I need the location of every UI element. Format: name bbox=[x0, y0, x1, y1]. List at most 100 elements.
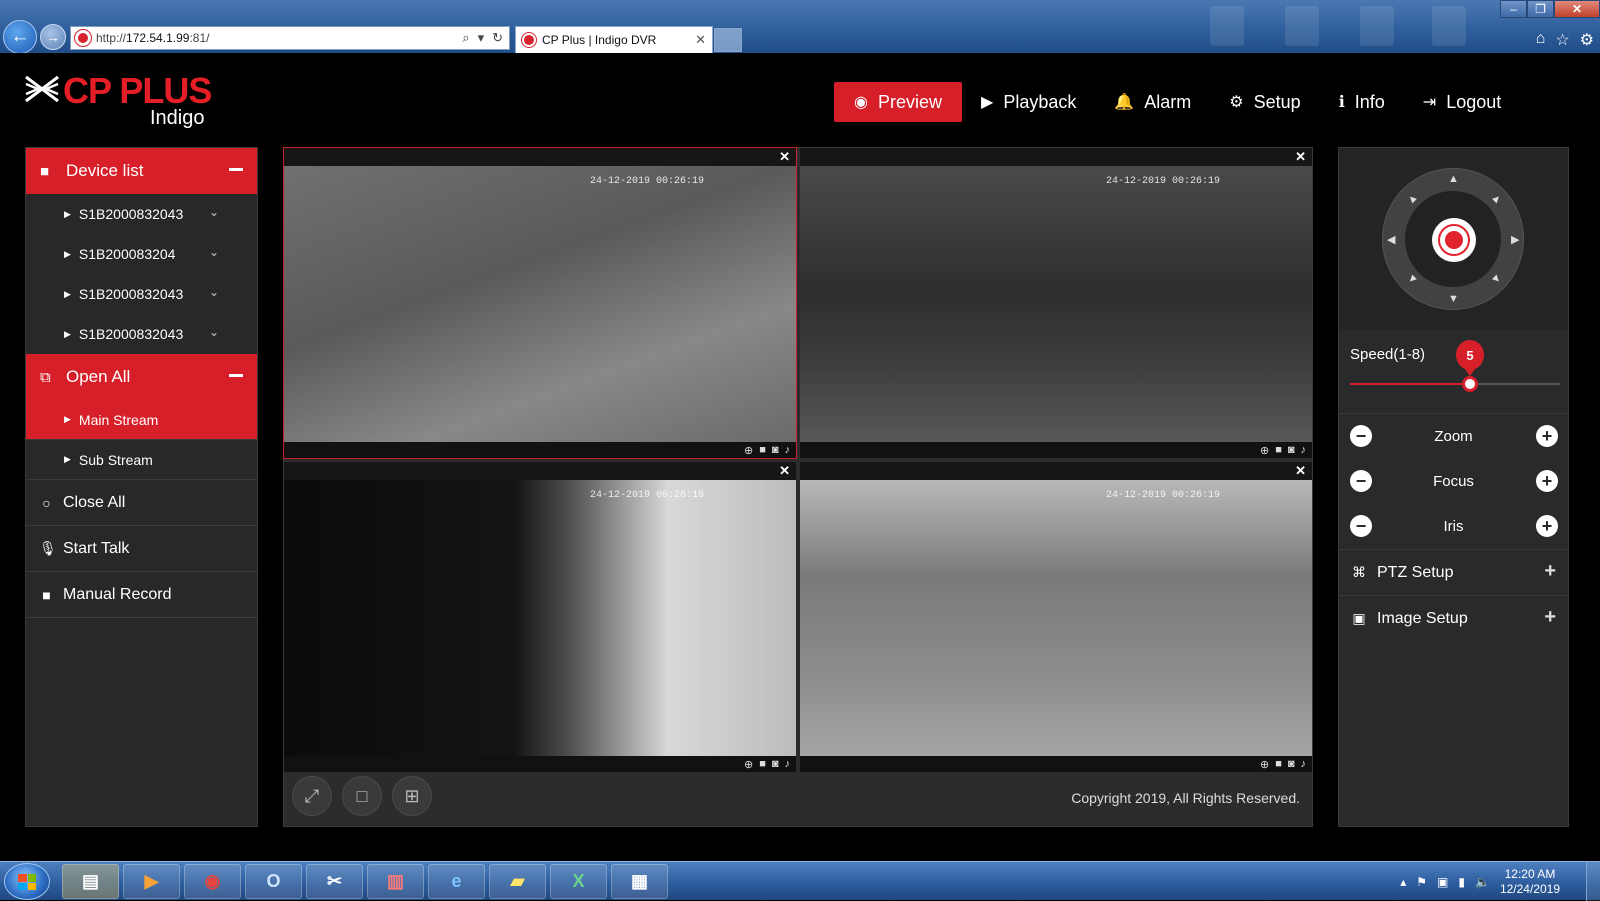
audio-icon[interactable]: ♪ bbox=[1301, 444, 1307, 456]
nav-logout[interactable]: ⇥ Logout bbox=[1404, 82, 1520, 122]
record-icon[interactable]: ■ bbox=[1275, 758, 1282, 770]
dropdown-arrow-icon[interactable]: ▾ bbox=[478, 30, 485, 46]
close-icon[interactable]: ✕ bbox=[1295, 149, 1306, 165]
restore-button[interactable]: ❐ bbox=[1527, 0, 1554, 18]
fullscreen-button[interactable]: ⤢ bbox=[292, 776, 332, 816]
ptz-center-button[interactable] bbox=[1432, 218, 1476, 262]
start-talk-button[interactable]: 🎙 Start Talk bbox=[26, 526, 257, 572]
close-icon[interactable]: ✕ bbox=[1295, 463, 1306, 479]
camera-feed[interactable]: 24-12-2019 00:26:19 bbox=[800, 480, 1312, 756]
back-button[interactable]: ← bbox=[3, 20, 37, 54]
new-tab-button[interactable] bbox=[714, 28, 742, 52]
chevron-down-icon[interactable]: ⌄ bbox=[209, 245, 219, 259]
system-clock[interactable]: 12:20 AM 12/24/2019 bbox=[1500, 867, 1560, 897]
iris-minus-button[interactable]: − bbox=[1350, 515, 1372, 537]
camera-feed[interactable]: 24-12-2019 00:26:19 bbox=[800, 166, 1312, 442]
camera-tile[interactable]: ✕ 24-12-2019 00:26:19 ⊕ ■ ◙ ♪ bbox=[800, 148, 1312, 458]
nav-setup[interactable]: ⚙ Setup bbox=[1210, 82, 1319, 122]
browser-tab[interactable]: CP Plus | Indigo DVR ✕ bbox=[515, 26, 713, 53]
file-explorer-icon[interactable]: ▤ bbox=[62, 864, 119, 899]
ptz-setup-item[interactable]: ⌘ PTZ Setup + bbox=[1339, 549, 1568, 595]
zoom-icon[interactable]: ⊕ bbox=[1260, 444, 1269, 457]
camera-tile[interactable]: ✕ 24-12-2019 00:26:19 ⊕ ■ ◙ ♪ bbox=[800, 462, 1312, 772]
expand-plus-icon[interactable]: + bbox=[1544, 560, 1556, 583]
excel-icon[interactable]: X bbox=[550, 864, 607, 899]
chevron-down-icon[interactable]: ⌄ bbox=[209, 205, 219, 219]
tab-close-icon[interactable]: ✕ bbox=[695, 32, 706, 48]
device-item[interactable]: ▶ S1B2000832043 ⌄ bbox=[26, 194, 257, 234]
quad-view-button[interactable]: ⊞ bbox=[392, 776, 432, 816]
speed-slider[interactable]: 5 bbox=[1350, 340, 1560, 392]
snipping-tool-icon[interactable]: ✂ bbox=[306, 864, 363, 899]
focus-minus-button[interactable]: − bbox=[1350, 470, 1372, 492]
zoom-icon[interactable]: ⊕ bbox=[744, 758, 753, 771]
show-desktop-button[interactable] bbox=[1586, 862, 1600, 901]
device-item[interactable]: ▶ S1B2000832043 ⌄ bbox=[26, 314, 257, 354]
volume-icon[interactable]: 🔈 bbox=[1475, 875, 1490, 889]
network-device-icon[interactable]: ▣ bbox=[1437, 875, 1448, 889]
arrow-down-icon[interactable]: ▼ bbox=[1448, 293, 1459, 305]
forward-button[interactable]: → bbox=[40, 24, 66, 50]
favorites-star-icon[interactable]: ☆ bbox=[1555, 30, 1569, 50]
sub-stream-item[interactable]: ▶ Sub Stream bbox=[26, 440, 257, 480]
settings-gear-icon[interactable]: ⚙ bbox=[1580, 30, 1594, 50]
signal-icon[interactable]: ▮ bbox=[1458, 875, 1465, 889]
collapse-icon[interactable] bbox=[229, 374, 243, 377]
chrome-icon[interactable]: ◉ bbox=[184, 864, 241, 899]
record-icon[interactable]: ■ bbox=[1275, 444, 1282, 456]
camera-feed[interactable]: 24-12-2019 00:26:19 bbox=[284, 480, 796, 756]
single-view-button[interactable]: □ bbox=[342, 776, 382, 816]
chevron-down-icon[interactable]: ⌄ bbox=[209, 285, 219, 299]
snapshot-icon[interactable]: ◙ bbox=[772, 444, 779, 456]
device-item[interactable]: ▶ S1B200083204 ⌄ bbox=[26, 234, 257, 274]
audio-icon[interactable]: ♪ bbox=[785, 758, 791, 770]
arrow-down-right-icon[interactable]: ▲ bbox=[1488, 271, 1504, 287]
speed-slider-handle[interactable] bbox=[1462, 376, 1478, 392]
record-icon[interactable]: ■ bbox=[759, 444, 766, 456]
collapse-icon[interactable] bbox=[229, 168, 243, 171]
zoom-icon[interactable]: ⊕ bbox=[744, 444, 753, 457]
record-icon[interactable]: ■ bbox=[759, 758, 766, 770]
snapshot-icon[interactable]: ◙ bbox=[1288, 758, 1295, 770]
open-all-header[interactable]: ⧉ Open All bbox=[26, 354, 257, 400]
outlook-icon[interactable]: O bbox=[245, 864, 302, 899]
action-center-flag-icon[interactable]: ⚑ bbox=[1416, 875, 1427, 889]
focus-plus-button[interactable]: + bbox=[1536, 470, 1558, 492]
arrow-right-icon[interactable]: ▶ bbox=[1511, 233, 1519, 246]
arrow-left-icon[interactable]: ◀ bbox=[1387, 233, 1395, 246]
window-app-icon[interactable]: ▦ bbox=[611, 864, 668, 899]
iris-plus-button[interactable]: + bbox=[1536, 515, 1558, 537]
window-close-button[interactable]: ✕ bbox=[1554, 0, 1600, 18]
audio-icon[interactable]: ♪ bbox=[1301, 758, 1307, 770]
start-button[interactable] bbox=[4, 863, 50, 900]
device-list-header[interactable]: ■ Device list bbox=[26, 148, 257, 194]
camera-tile[interactable]: ✕ 24-12-2019 00:26:19 ⊕ ■ ◙ ♪ bbox=[283, 147, 797, 459]
arrow-up-icon[interactable]: ▲ bbox=[1448, 173, 1459, 185]
main-stream-item[interactable]: ▶ Main Stream bbox=[26, 400, 257, 440]
search-icon[interactable]: ⌕ bbox=[462, 30, 469, 46]
snapshot-icon[interactable]: ◙ bbox=[1288, 444, 1295, 456]
sticky-notes-icon[interactable]: ▰ bbox=[489, 864, 546, 899]
close-icon[interactable]: ✕ bbox=[779, 463, 790, 479]
arrow-up-right-icon[interactable]: ▲ bbox=[1488, 191, 1504, 207]
image-setup-item[interactable]: ▣ Image Setup + bbox=[1339, 595, 1568, 641]
nav-alarm[interactable]: 🔔 Alarm bbox=[1095, 82, 1210, 122]
minimize-button[interactable]: – bbox=[1500, 0, 1527, 18]
zoom-icon[interactable]: ⊕ bbox=[1260, 758, 1269, 771]
winrar-icon[interactable]: ▥ bbox=[367, 864, 424, 899]
arrow-down-left-icon[interactable]: ▲ bbox=[1404, 271, 1420, 287]
snapshot-icon[interactable]: ◙ bbox=[772, 758, 779, 770]
refresh-icon[interactable]: ↻ bbox=[492, 30, 503, 46]
audio-icon[interactable]: ♪ bbox=[785, 444, 791, 456]
zoom-out-button[interactable]: − bbox=[1350, 425, 1372, 447]
nav-info[interactable]: ℹ Info bbox=[1320, 82, 1404, 122]
close-all-button[interactable]: ○ Close All bbox=[26, 480, 257, 526]
expand-plus-icon[interactable]: + bbox=[1544, 606, 1556, 629]
nav-preview[interactable]: ◉ Preview bbox=[834, 82, 962, 122]
tray-expand-icon[interactable]: ▴ bbox=[1400, 875, 1406, 889]
device-item[interactable]: ▶ S1B2000832043 ⌄ bbox=[26, 274, 257, 314]
manual-record-button[interactable]: ■ Manual Record bbox=[26, 572, 257, 618]
home-icon[interactable]: ⌂ bbox=[1536, 30, 1546, 50]
close-icon[interactable]: ✕ bbox=[779, 149, 790, 165]
chevron-down-icon[interactable]: ⌄ bbox=[209, 325, 219, 339]
